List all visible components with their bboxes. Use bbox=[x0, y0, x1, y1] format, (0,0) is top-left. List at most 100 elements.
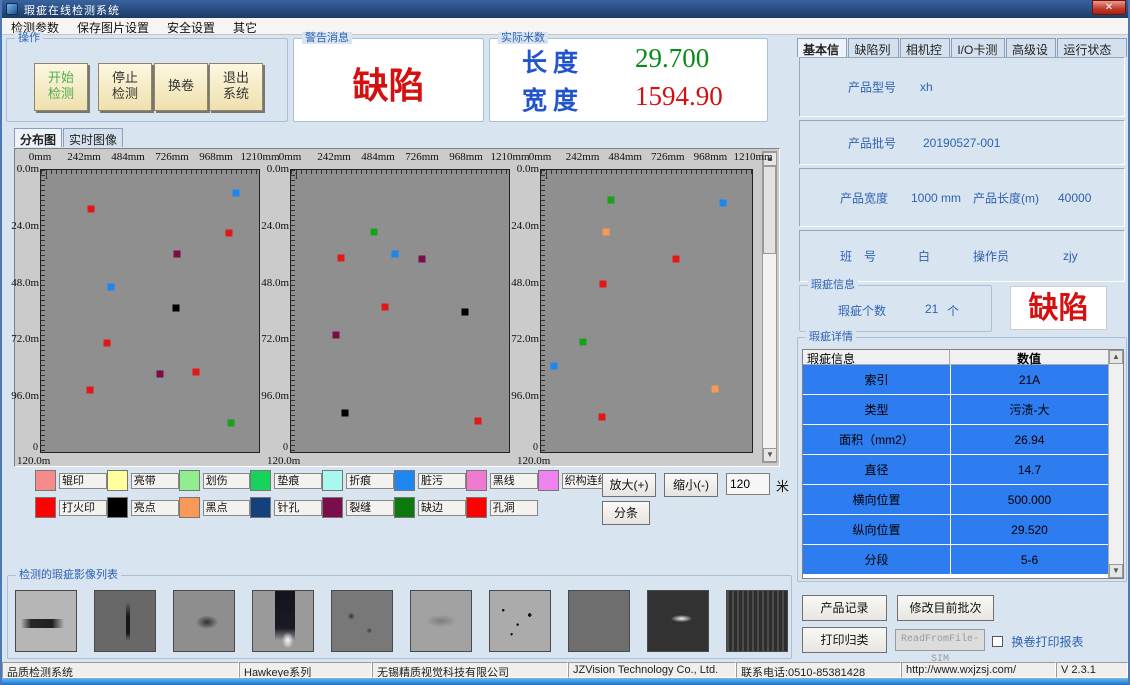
defect-detail-row-2[interactable]: 类型污渍-大 bbox=[803, 395, 1108, 424]
legend-item-孔洞: 孔洞 bbox=[466, 497, 538, 518]
defect-point[interactable] bbox=[371, 228, 378, 235]
defect-point[interactable] bbox=[173, 251, 180, 258]
defect-point[interactable] bbox=[550, 362, 557, 369]
defect-point[interactable] bbox=[108, 284, 115, 291]
defect-detail-row-5[interactable]: 横向位置500.000 bbox=[803, 485, 1108, 514]
defect-thumbnail-1[interactable] bbox=[15, 590, 77, 652]
defect-detail-row-7[interactable]: 分段5-6 bbox=[803, 545, 1108, 574]
modify-batch-button[interactable]: 修改目前批次 bbox=[897, 595, 994, 621]
defect-detail-row-value: 污渍-大 bbox=[951, 395, 1108, 424]
product-model-label: 产品型号 bbox=[848, 79, 896, 96]
tab-分布图[interactable]: 分布图 bbox=[14, 128, 62, 147]
defect-point[interactable] bbox=[156, 370, 163, 377]
defect-thumbnail-8[interactable] bbox=[568, 590, 630, 652]
defect-point[interactable] bbox=[226, 229, 233, 236]
op-button-2[interactable]: 停止检测 bbox=[98, 63, 152, 111]
tab-缺陷列表[interactable]: 缺陷列表 bbox=[848, 38, 898, 57]
plot-area[interactable]: 1 bbox=[40, 169, 260, 453]
defect-thumbnail-6[interactable] bbox=[410, 590, 472, 652]
op-button-4[interactable]: 退出系统 bbox=[209, 63, 263, 111]
legend-swatch bbox=[107, 470, 128, 491]
plot-scrollbar-thumb[interactable] bbox=[763, 166, 776, 254]
defect-thumbnail-3[interactable] bbox=[173, 590, 235, 652]
defect-point[interactable] bbox=[104, 339, 111, 346]
product-batch-label: 产品批号 bbox=[848, 134, 896, 151]
defect-point[interactable] bbox=[462, 308, 469, 315]
product-record-button[interactable]: 产品记录 bbox=[802, 595, 887, 621]
defect-detail-row-1[interactable]: 索引21A bbox=[803, 365, 1108, 394]
plot-scroll-down-icon[interactable]: ▼ bbox=[763, 448, 777, 462]
plot-scrollbar[interactable]: ▲ ▼ bbox=[762, 151, 777, 463]
menu-bar: 检测参数保存图片设置安全设置其它 bbox=[2, 18, 1128, 35]
read-from-file-button: ReadFromFile-SIM bbox=[895, 629, 985, 651]
defect-point[interactable] bbox=[391, 251, 398, 258]
print-report-checkbox-row: 换卷打印报表 bbox=[992, 633, 1083, 647]
defect-point[interactable] bbox=[332, 331, 339, 338]
defect-thumbnail-4[interactable] bbox=[252, 590, 314, 652]
tab-高级设置[interactable]: 高级设置 bbox=[1006, 38, 1056, 57]
legend-swatch bbox=[394, 470, 415, 491]
defect-point[interactable] bbox=[88, 205, 95, 212]
defect-thumbnail-10[interactable] bbox=[726, 590, 788, 652]
defect-point[interactable] bbox=[233, 189, 240, 196]
defect-point[interactable] bbox=[599, 414, 606, 421]
plot-area[interactable]: 1 bbox=[540, 169, 753, 453]
y-tick-label: 24.0m bbox=[11, 220, 39, 232]
defect-point[interactable] bbox=[603, 228, 610, 235]
zoom-out-button[interactable]: 缩小(-) bbox=[664, 473, 718, 497]
defect-point[interactable] bbox=[475, 418, 482, 425]
defect-point[interactable] bbox=[86, 387, 93, 394]
y-tick-label: 0.0m bbox=[17, 163, 39, 175]
defect-point[interactable] bbox=[720, 199, 727, 206]
print-report-checkbox[interactable] bbox=[992, 636, 1003, 647]
operation-group-caption: 操作 bbox=[15, 32, 43, 44]
defect-point[interactable] bbox=[382, 304, 389, 311]
defect-point[interactable] bbox=[172, 304, 179, 311]
x-tick-label: 968mm bbox=[199, 151, 233, 163]
scroll-up-icon[interactable]: ▲ bbox=[1109, 350, 1123, 364]
tab-相机控制[interactable]: 相机控制 bbox=[900, 38, 950, 57]
defect-thumbnail-2[interactable] bbox=[94, 590, 156, 652]
defect-point[interactable] bbox=[192, 368, 199, 375]
defect-thumbnail-5[interactable] bbox=[331, 590, 393, 652]
plot-area[interactable]: 1 bbox=[290, 169, 510, 453]
operator-label: 操作员 bbox=[973, 248, 1009, 265]
defect-detail-row-6[interactable]: 纵向位置29.520 bbox=[803, 515, 1108, 544]
tab-运行状态信息[interactable]: 运行状态信息 bbox=[1057, 38, 1127, 57]
y-max-label: 120.0m bbox=[267, 455, 300, 467]
op-button-3[interactable]: 换卷 bbox=[154, 63, 208, 111]
defect-thumbnail-9[interactable] bbox=[647, 590, 709, 652]
defect-detail-row-4[interactable]: 直径14.7 bbox=[803, 455, 1108, 484]
defect-point[interactable] bbox=[579, 338, 586, 345]
defect-point[interactable] bbox=[608, 196, 615, 203]
defect-thumbnail-7[interactable] bbox=[489, 590, 551, 652]
table-scrollbar[interactable]: ▲ ▼ bbox=[1108, 350, 1123, 578]
tab-基本信息[interactable]: 基本信息 bbox=[797, 38, 847, 57]
defect-point[interactable] bbox=[418, 256, 425, 263]
zoom-in-button[interactable]: 放大(+) bbox=[602, 473, 656, 497]
product-length-label: 产品长度(m) bbox=[973, 189, 1039, 206]
product-info-panel: 产品型号 xh 产品批号 20190527-001 产品宽度 1000 mm 产… bbox=[799, 57, 1125, 283]
scroll-down-icon[interactable]: ▼ bbox=[1109, 564, 1123, 578]
defect-point[interactable] bbox=[338, 255, 345, 262]
defect-point[interactable] bbox=[672, 256, 679, 263]
defect-detail-row-label: 索引 bbox=[803, 365, 950, 394]
tab-I/O卡测试[interactable]: I/O卡测试 bbox=[951, 38, 1005, 57]
defect-detail-row-3[interactable]: 面积（mm2）26.94 bbox=[803, 425, 1108, 454]
tab-实时图像[interactable]: 实时图像 bbox=[63, 128, 123, 147]
close-button[interactable]: ✕ bbox=[1092, 0, 1126, 15]
defect-point[interactable] bbox=[342, 410, 349, 417]
product-model-row: 产品型号 xh bbox=[799, 57, 1125, 117]
op-button-1[interactable]: 开始检测 bbox=[34, 63, 88, 111]
legend-item-针孔: 针孔 bbox=[250, 497, 322, 518]
meters-input[interactable] bbox=[726, 473, 770, 495]
split-button[interactable]: 分条 bbox=[602, 501, 650, 525]
print-classify-button[interactable]: 打印归类 bbox=[802, 627, 887, 653]
defect-detail-row-value: 26.94 bbox=[951, 425, 1108, 454]
defect-point[interactable] bbox=[712, 386, 719, 393]
scatter-plot-1: 0mm242mm484mm726mm968mm1210mm0.0m24.0m48… bbox=[17, 149, 260, 467]
x-tick-label: 968mm bbox=[449, 151, 483, 163]
y-tick-label: 0.0m bbox=[267, 163, 289, 175]
defect-point[interactable] bbox=[228, 420, 235, 427]
defect-point[interactable] bbox=[600, 281, 607, 288]
